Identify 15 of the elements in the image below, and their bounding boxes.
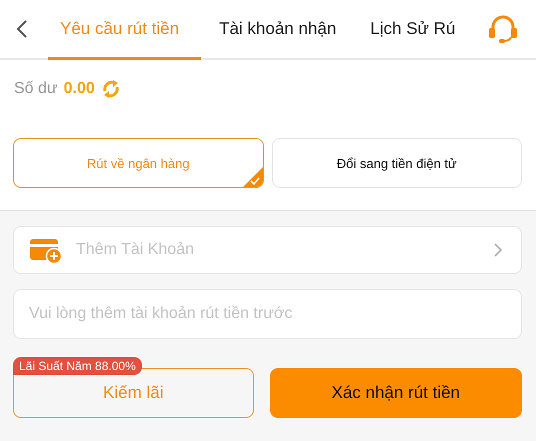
add-account-label: Thêm Tài Khoản bbox=[76, 241, 195, 259]
tab[interactable]: Tài khoản nhận bbox=[201, 0, 358, 60]
interest-badge: Lãi Suất Năm 88.00% bbox=[13, 357, 142, 375]
refresh-icon[interactable] bbox=[100, 79, 121, 99]
check-corner-icon bbox=[242, 167, 262, 187]
option-card[interactable]: Đổi sang tiền điện tử bbox=[272, 138, 522, 188]
balance-amount: 0.00 bbox=[64, 80, 95, 98]
confirm-button[interactable]: Xác nhận rút tiền bbox=[270, 368, 522, 418]
card-plus-icon bbox=[28, 236, 64, 264]
back-icon[interactable] bbox=[16, 19, 28, 39]
balance-label: Số dư bbox=[14, 80, 58, 98]
chevron-right-icon bbox=[493, 242, 503, 258]
headset-icon[interactable] bbox=[486, 15, 520, 43]
tab[interactable]: Lịch Sử Rú bbox=[358, 0, 478, 60]
amount-field[interactable]: Vui lòng thêm tài khoản rút tiền trước bbox=[13, 289, 522, 339]
